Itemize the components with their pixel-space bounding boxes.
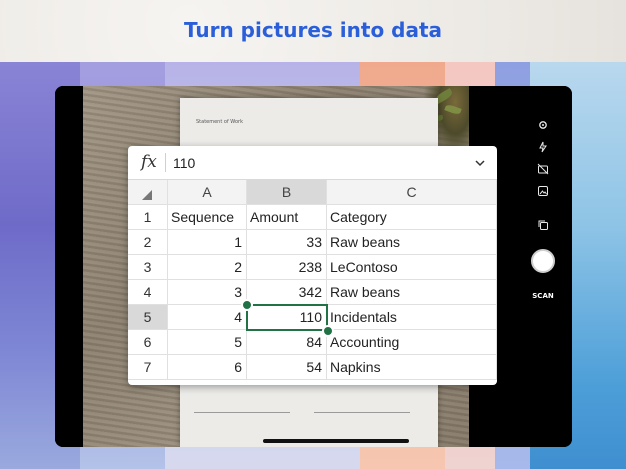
document-title: Statement of Work [196,119,243,125]
settings-icon[interactable] [537,119,549,131]
table-cell[interactable]: LeContoso [327,255,497,280]
column-header[interactable]: A [168,180,247,205]
table-cell[interactable]: 5 [168,330,247,355]
copy-icon[interactable] [537,219,549,231]
table-cell[interactable]: 342 [247,280,327,305]
row-header[interactable]: 6 [128,330,168,355]
row-header[interactable]: 7 [128,355,168,380]
table-cell[interactable]: 54 [247,355,327,380]
headline: Turn pictures into data [183,18,443,42]
select-all-corner[interactable] [128,180,168,205]
image-icon[interactable] [537,185,549,197]
table-cell[interactable]: Category [327,205,497,230]
table-cell[interactable]: 2 [168,255,247,280]
scan-label[interactable]: SCAN [525,292,561,300]
row-header[interactable]: 2 [128,230,168,255]
table-cell[interactable]: 238 [247,255,327,280]
table-cell[interactable]: 6 [168,355,247,380]
select-all-icon [142,190,152,200]
spreadsheet-preview: fx 110 A B C 1 Sequence Amount Category … [128,146,497,385]
table-cell[interactable]: 4 [168,305,247,330]
table-cell[interactable]: Sequence [168,205,247,230]
table-cell[interactable]: Raw beans [327,280,497,305]
shutter-button[interactable] [531,249,555,273]
row-header[interactable]: 1 [128,205,168,230]
row-header[interactable]: 4 [128,280,168,305]
home-indicator [263,439,409,443]
formula-bar: fx 110 [128,146,497,180]
signature-line [314,412,410,413]
no-camera-icon[interactable] [537,163,549,175]
row-header[interactable]: 5 [128,305,168,330]
fx-icon: fx [141,152,157,172]
selection-handle-end[interactable] [322,325,334,337]
chevron-down-icon[interactable] [474,156,486,168]
table-cell[interactable]: 84 [247,330,327,355]
table-cell[interactable]: 1 [168,230,247,255]
table-cell[interactable]: Raw beans [327,230,497,255]
selection-border [246,304,328,331]
table-cell[interactable]: 33 [247,230,327,255]
table-cell[interactable]: Napkins [327,355,497,380]
row-header[interactable]: 3 [128,255,168,280]
column-header[interactable]: B [247,180,327,205]
signature-line [194,412,290,413]
table-cell[interactable]: 3 [168,280,247,305]
table-cell[interactable]: Amount [247,205,327,230]
table-cell[interactable]: Accounting [327,330,497,355]
flash-icon[interactable] [537,141,549,153]
column-header[interactable]: C [327,180,497,205]
formula-divider [165,153,166,172]
table-cell[interactable]: Incidentals [327,305,497,330]
formula-input[interactable]: 110 [173,155,195,171]
tablet-bezel [55,86,83,447]
selection-handle-start[interactable] [241,299,253,311]
